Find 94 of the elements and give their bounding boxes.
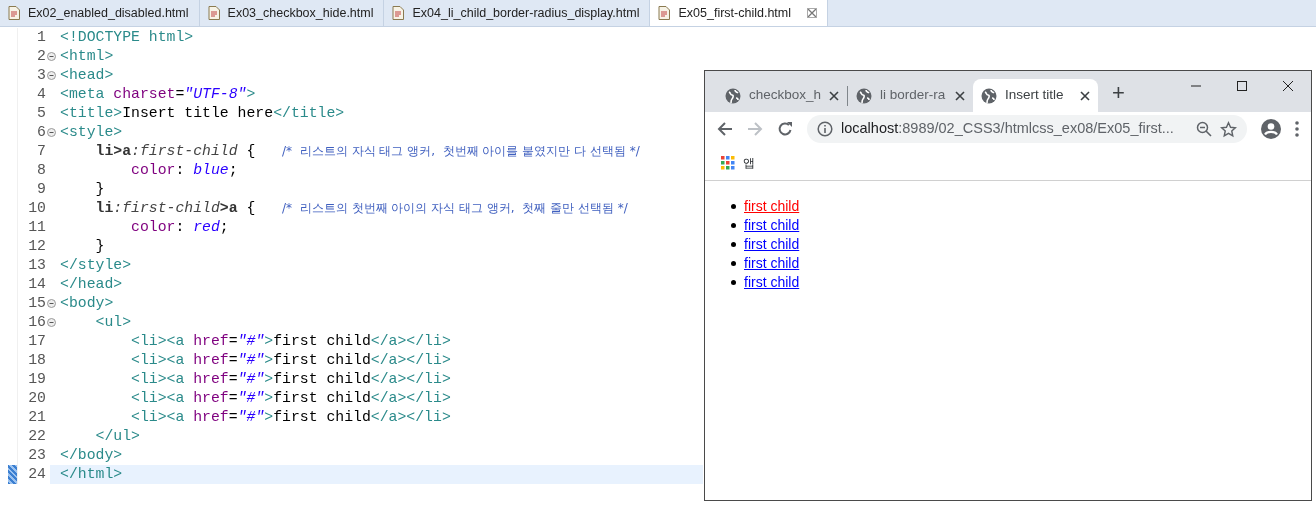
line-number: 2 (36, 47, 46, 66)
bookmark-link[interactable]: 앱 (743, 154, 755, 172)
code-line: <ul> (94, 313, 132, 332)
line-number: 21 (27, 408, 46, 427)
address-bar[interactable]: localhost:8989/02_CSS3/htmlcss_ex08/Ex05_first... (807, 115, 1247, 143)
code-line: </head> (59, 275, 123, 294)
line-number: 5 (36, 104, 46, 123)
globe-icon (856, 87, 873, 104)
zoom-out-icon[interactable] (1196, 121, 1212, 137)
file-icon (207, 6, 220, 20)
line-number: 1 (36, 28, 46, 47)
code-line: color: blue; (130, 161, 238, 180)
bullet-icon (731, 204, 736, 209)
line-number: 11 (27, 218, 46, 237)
line-number: 20 (27, 389, 46, 408)
list-link[interactable]: first child (744, 234, 800, 255)
file-icon (8, 6, 20, 20)
code-line: <li><a href="#">first child</a></li> (130, 389, 451, 408)
line-number: 3 (36, 66, 46, 85)
line-number: 16 (27, 313, 46, 332)
line-number: 22 (27, 427, 46, 446)
reload-icon[interactable] (777, 121, 793, 137)
code-line: li:first-child>a { /* 리스트의 첫번째 아이의 자식 태그 앵커, 첫째 줄만 선택됨 */ (94, 199, 628, 218)
line-number: 23 (27, 446, 46, 465)
code-line: <li><a href="#">first child</a></li> (130, 332, 451, 351)
editor-tab[interactable]: Ex02_enabled_disabled.html (0, 0, 200, 26)
line-number: 18 (27, 351, 46, 370)
browser-tab[interactable]: Insert title (973, 79, 1099, 112)
code-line: <style> (59, 123, 123, 142)
editor-tab[interactable]: Ex05_first-child.html (650, 0, 828, 26)
fold-icon[interactable] (47, 318, 56, 327)
code-line: li>a:first-child { /* 리스트의 자식 태그 앵커, 첫번째 아이를 붙였지만 다 선택됨 */ (94, 142, 640, 161)
code-line: </style> (59, 256, 132, 275)
line-number: 24 (27, 465, 46, 484)
code-line: <li><a href="#">first child</a></li> (130, 408, 451, 427)
bullet-icon (731, 261, 736, 266)
code-line: <title>Insert title here</title> (59, 104, 345, 123)
line-number: 14 (27, 275, 46, 294)
code-line: color: red; (130, 218, 229, 237)
line-number: 9 (36, 180, 46, 199)
line-number: 15 (27, 294, 46, 313)
code-line: <meta charset="UTF-8"> (59, 85, 256, 104)
address-host: localhost (841, 120, 899, 137)
star-icon[interactable] (1220, 120, 1237, 138)
close-icon[interactable] (955, 90, 966, 101)
code-line: <!DOCTYPE html> (59, 28, 194, 47)
editor-tab[interactable]: Ex03_checkbox_hide.html (199, 0, 385, 26)
menu-icon[interactable] (1295, 121, 1299, 137)
line-number: 19 (27, 370, 46, 389)
fold-icon[interactable] (47, 52, 56, 61)
list-link[interactable]: first child (744, 272, 800, 293)
back-icon[interactable] (717, 121, 733, 137)
line-number: 4 (36, 85, 46, 104)
code-line: <li><a href="#">first child</a></li> (130, 351, 451, 370)
fold-icon[interactable] (47, 299, 56, 308)
code-line: </ul> (94, 427, 140, 446)
file-icon (658, 6, 671, 20)
code-line: </html> (59, 465, 123, 484)
bullet-icon (731, 280, 736, 285)
address-path: :8989/02_CSS3/htmlcss_ex08/Ex05_first... (898, 120, 1174, 137)
apps-grid-icon (721, 156, 735, 170)
list-link[interactable]: first child (744, 196, 800, 217)
browser-tab[interactable]: li border-ra (848, 79, 974, 112)
fold-icon[interactable] (47, 71, 56, 80)
code-line: <html> (59, 47, 114, 66)
line-number: 7 (36, 142, 46, 161)
line-number: 12 (27, 237, 46, 256)
line-number: 13 (27, 256, 46, 275)
browser-tab[interactable]: checkbox_h (717, 79, 848, 112)
list-link[interactable]: first child (744, 253, 800, 274)
globe-icon (981, 87, 998, 104)
globe-icon (725, 87, 741, 104)
fold-icon[interactable] (47, 128, 56, 137)
code-line: <body> (59, 294, 114, 313)
close-icon[interactable] (1080, 90, 1091, 101)
file-icon (392, 6, 405, 20)
profile-icon[interactable] (1261, 119, 1281, 139)
code-line: <li><a href="#">first child</a></li> (130, 370, 451, 389)
list-link[interactable]: first child (744, 215, 800, 236)
bullet-icon (731, 242, 736, 247)
code-line: } (94, 180, 105, 199)
line-number: 17 (27, 332, 46, 351)
close-icon[interactable] (829, 90, 840, 101)
bullet-icon (731, 223, 736, 228)
line-number: 6 (36, 123, 46, 142)
new-tab-button[interactable]: + (1112, 82, 1125, 104)
maximize-icon[interactable] (1236, 80, 1248, 92)
code-line: <head> (59, 66, 114, 85)
info-icon (817, 121, 833, 137)
code-line: } (94, 237, 105, 256)
line-number: 8 (36, 161, 46, 180)
line-number: 10 (27, 199, 46, 218)
code-line: </body> (59, 446, 123, 465)
close-icon[interactable] (1282, 80, 1294, 92)
